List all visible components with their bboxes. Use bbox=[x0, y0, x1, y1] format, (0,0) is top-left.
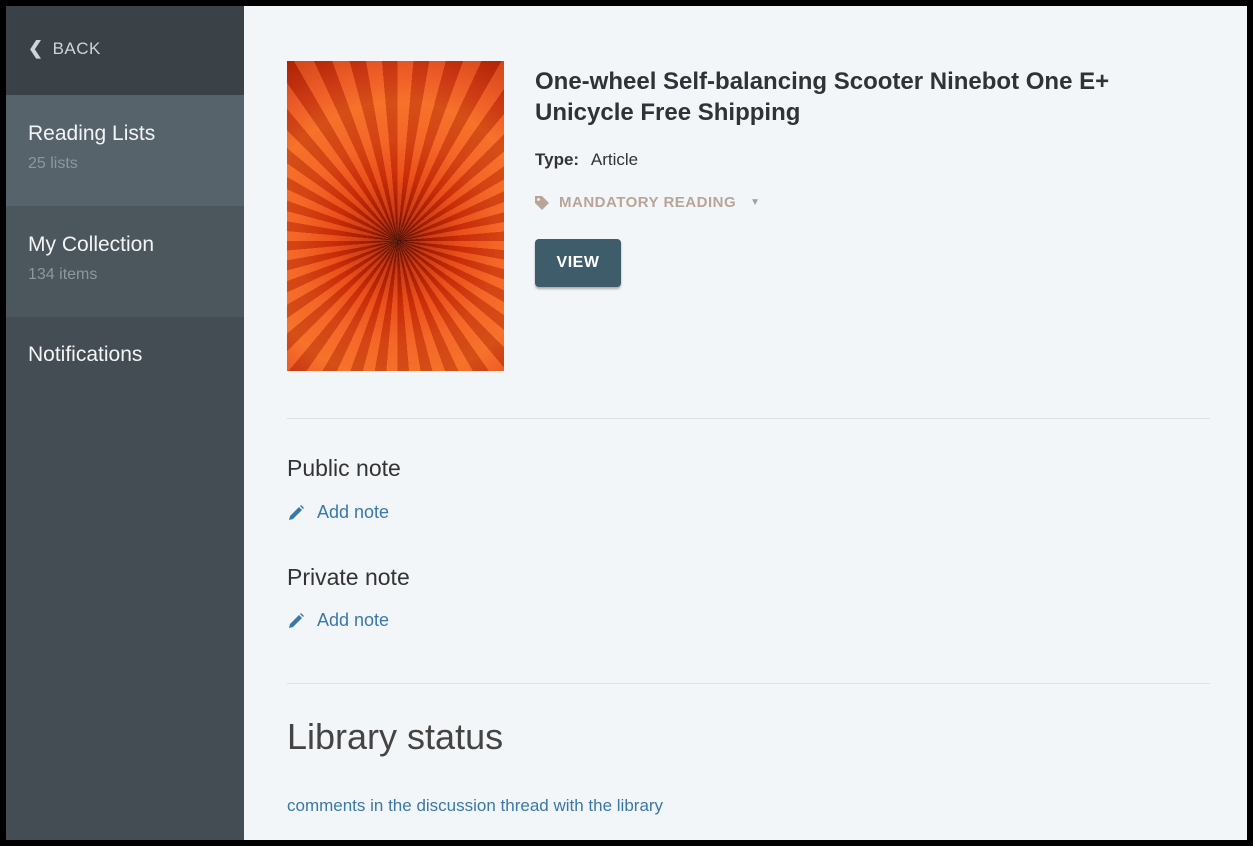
item-type: Type: Article bbox=[535, 150, 638, 170]
add-note-label: Add note bbox=[317, 502, 390, 522]
tag-icon bbox=[535, 195, 549, 210]
sidebar-item-count: 25 lists bbox=[28, 155, 78, 172]
type-value: Article bbox=[590, 150, 639, 169]
sidebar-item-label: My Collection bbox=[28, 233, 155, 256]
sidebar-item-notifications[interactable]: Notifications bbox=[6, 317, 244, 393]
back-button[interactable]: ❮ BACK bbox=[6, 6, 244, 95]
add-public-note-link[interactable]: Add note bbox=[287, 502, 389, 523]
caret-down-icon[interactable]: ▼ bbox=[750, 197, 760, 208]
sidebar-item-count: 134 items bbox=[28, 266, 98, 283]
importance-tag[interactable]: MANDATORY READING ▼ bbox=[535, 194, 761, 211]
tag-label: MANDATORY READING bbox=[559, 194, 737, 211]
cover-image-texture bbox=[287, 61, 504, 371]
chevron-left-icon: ❮ bbox=[28, 38, 44, 58]
add-note-label: Add note bbox=[317, 610, 390, 630]
sidebar: ❮ BACK Reading Lists 25 lists My Collect… bbox=[6, 6, 244, 840]
item-title: One-wheel Self-balancing Scooter Ninebot… bbox=[535, 68, 1110, 126]
library-status-heading: Library status bbox=[287, 716, 504, 757]
divider bbox=[287, 418, 1210, 419]
app-frame: ❮ BACK Reading Lists 25 lists My Collect… bbox=[6, 6, 1247, 840]
sidebar-item-label: Notifications bbox=[28, 343, 143, 366]
private-note-heading: Private note bbox=[287, 564, 410, 590]
view-button[interactable]: VIEW bbox=[535, 239, 621, 287]
divider bbox=[287, 683, 1210, 684]
sidebar-item-my-collection[interactable]: My Collection 134 items bbox=[6, 206, 244, 317]
pencil-icon bbox=[289, 612, 304, 628]
add-private-note-link[interactable]: Add note bbox=[287, 610, 389, 631]
library-discussion-link[interactable]: comments in the discussion thread with t… bbox=[287, 796, 663, 816]
sidebar-item-label: Reading Lists bbox=[28, 122, 156, 145]
public-note-heading: Public note bbox=[287, 455, 401, 481]
pencil-icon bbox=[289, 504, 304, 520]
back-label: BACK bbox=[52, 38, 101, 58]
sidebar-item-reading-lists[interactable]: Reading Lists 25 lists bbox=[6, 95, 244, 206]
cover-image bbox=[287, 61, 504, 371]
type-label: Type: bbox=[535, 150, 580, 169]
item-detail: One-wheel Self-balancing Scooter Ninebot… bbox=[244, 6, 1247, 840]
